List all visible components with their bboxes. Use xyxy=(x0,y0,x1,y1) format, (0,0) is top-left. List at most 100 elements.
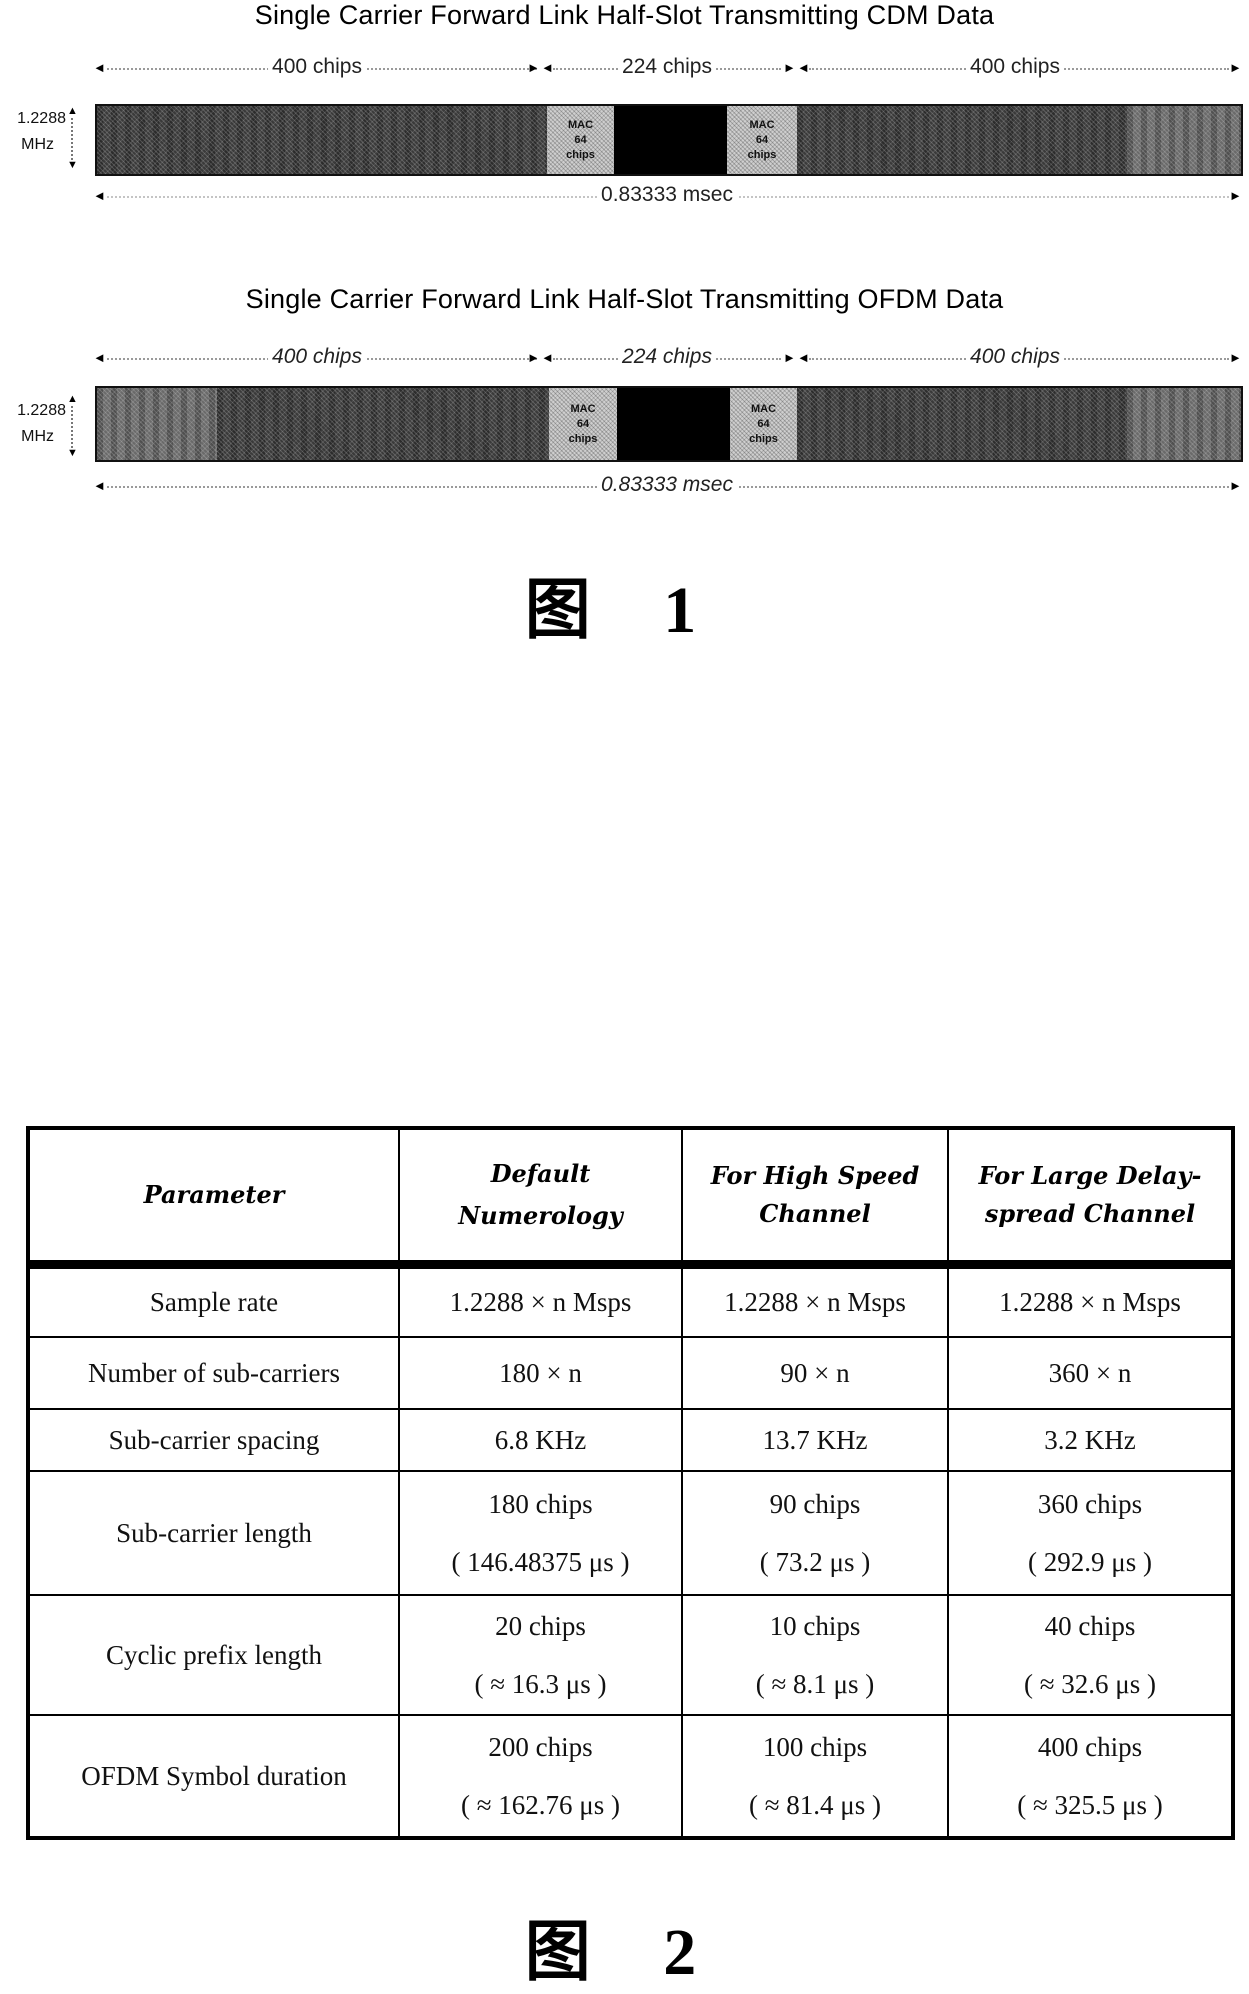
param-name: Sample rate xyxy=(27,1263,400,1338)
arrow-left-icon: ◄ xyxy=(93,188,106,203)
mac-label: MAC xyxy=(567,118,594,131)
arrow-left-icon: ◄ xyxy=(93,478,106,493)
bandwidth-value: 1.2288 xyxy=(17,110,66,127)
default-value: 180 × n xyxy=(398,1335,683,1411)
mac-chips-value: 64 xyxy=(757,417,770,430)
diagram-title-cdm: Single Carrier Forward Link Half-Slot Tr… xyxy=(254,0,995,30)
arrow-up-icon: ▲ xyxy=(67,393,78,405)
mac-block: MAC 64 chips xyxy=(730,388,797,460)
arrow-up-icon: ▲ xyxy=(67,105,78,117)
arrow-down-icon: ▼ xyxy=(67,159,78,171)
chips-value: 100 chips xyxy=(762,1732,868,1763)
mac-chips-unit: chips xyxy=(568,432,598,445)
header-text: Parameter xyxy=(143,1180,285,1209)
param-name: Sub-carrier spacing xyxy=(27,1408,400,1473)
mac-chips-value: 64 xyxy=(574,133,587,146)
arrow-left-icon: ◄ xyxy=(797,60,810,75)
high-speed-value: 90 chips ( 73.2 μs ) xyxy=(681,1470,949,1596)
cdm-data-block-left xyxy=(97,106,547,174)
ofdm-data-block-left-start xyxy=(97,388,217,460)
cdm-data-block-right-end xyxy=(1127,106,1241,174)
ofdm-data-block-right-end xyxy=(1127,388,1241,460)
figure-2-caption: 图 2 xyxy=(524,1916,725,1989)
mac-pilot-chips-label: 224 chips xyxy=(618,55,716,79)
arrow-right-icon: ► xyxy=(1229,60,1242,75)
mac-block: MAC 64 chips xyxy=(727,106,797,174)
header-text: For High Speed xyxy=(710,1161,920,1190)
time-value: ( 292.9 μs ) xyxy=(1028,1547,1152,1578)
chip-dimension-row-cdm: ◄ 400 chips ► ◄ 224 chips ► ◄ 400 chips … xyxy=(93,55,1243,79)
chips-value: 10 chips xyxy=(769,1611,861,1642)
bandwidth-unit: MHz xyxy=(21,136,54,153)
arrow-right-icon: ► xyxy=(783,60,796,75)
bandwidth-dimension-line xyxy=(71,406,75,448)
chips-value: 20 chips xyxy=(495,1611,586,1642)
table-row: Sub-carrier spacing 6.8 KHz 13.7 KHz 3.2… xyxy=(27,1408,1234,1473)
duration-dimension-row-ofdm: ◄ 0.83333 msec ► xyxy=(93,473,1243,497)
mac-label: MAC xyxy=(750,402,777,415)
diagram-title-ofdm: Single Carrier Forward Link Half-Slot Tr… xyxy=(245,284,1004,314)
chips-value: 90 chips xyxy=(769,1489,861,1520)
duration-dimension-row-cdm: ◄ 0.83333 msec ► xyxy=(93,183,1243,207)
param-name: Cyclic prefix length xyxy=(27,1593,400,1717)
chips-value: 360 chips xyxy=(1037,1489,1143,1520)
arrow-right-icon: ► xyxy=(527,60,540,75)
high-speed-value: 13.7 KHz xyxy=(681,1408,949,1473)
time-value: ( ≈ 32.6 μs ) xyxy=(1023,1669,1157,1700)
time-value: ( ≈ 325.5 μs ) xyxy=(1017,1790,1163,1821)
arrow-right-icon: ► xyxy=(783,350,796,365)
chips-value: 200 chips xyxy=(488,1732,593,1763)
default-value: 180 chips ( 146.48375 μs ) xyxy=(398,1470,683,1596)
chips-value: 40 chips xyxy=(1044,1611,1136,1642)
arrow-down-icon: ▼ xyxy=(67,447,78,459)
bandwidth-value: 1.2288 xyxy=(17,402,66,419)
header-high-speed-channel: For High Speed Channel xyxy=(681,1127,949,1269)
mac-chips-value: 64 xyxy=(755,133,769,146)
table-row: Sample rate 1.2288 × n Msps 1.2288 × n M… xyxy=(27,1263,1234,1338)
chips-value: 180 chips xyxy=(488,1489,593,1520)
large-delay-value: 360 chips ( 292.9 μs ) xyxy=(947,1470,1234,1596)
high-speed-value: 90 × n xyxy=(681,1335,949,1411)
data-chips-label-left: 400 chips xyxy=(268,345,366,369)
header-text: Numerology xyxy=(458,1201,623,1230)
ofdm-data-block-right xyxy=(797,388,1127,460)
pilot-block xyxy=(617,388,730,460)
half-slot-bar-cdm: MAC 64 chips MAC 64 chips xyxy=(95,104,1243,176)
arrow-left-icon: ◄ xyxy=(93,60,106,75)
table-row: Cyclic prefix length 20 chips ( ≈ 16.3 μ… xyxy=(27,1593,1234,1717)
mac-chips-unit: chips xyxy=(747,148,777,161)
default-value: 1.2288 × n Msps xyxy=(398,1263,683,1338)
arrow-right-icon: ► xyxy=(527,350,540,365)
data-chips-label-right: 400 chips xyxy=(966,55,1064,79)
param-name: Sub-carrier length xyxy=(27,1470,400,1596)
arrow-left-icon: ◄ xyxy=(797,350,810,365)
param-name: Number of sub-carriers xyxy=(27,1335,400,1411)
mac-block: MAC 64 chips xyxy=(549,388,617,460)
header-default-numerology: Default Numerology xyxy=(398,1127,683,1269)
chip-dimension-row-ofdm: ◄ 400 chips ► ◄ 224 chips ► ◄ 400 chips … xyxy=(93,345,1243,369)
arrow-left-icon: ◄ xyxy=(541,350,554,365)
mac-block: MAC 64 chips xyxy=(547,106,614,174)
header-large-delay-spread-channel: For Large Delay- spread Channel xyxy=(947,1127,1234,1269)
header-text: For Large Delay- xyxy=(978,1161,1202,1190)
arrow-right-icon: ► xyxy=(1229,478,1242,493)
table-row: Number of sub-carriers 180 × n 90 × n 36… xyxy=(27,1335,1234,1411)
data-chips-label-left: 400 chips xyxy=(268,55,366,79)
large-delay-value: 1.2288 × n Msps xyxy=(947,1263,1234,1338)
default-value: 20 chips ( ≈ 16.3 μs ) xyxy=(398,1593,683,1717)
time-value: ( 146.48375 μs ) xyxy=(451,1547,630,1578)
ofdm-data-block-left xyxy=(217,388,549,460)
chips-value: 400 chips xyxy=(1037,1732,1143,1763)
arrow-right-icon: ► xyxy=(1229,188,1242,203)
bandwidth-dimension-line xyxy=(71,118,75,160)
duration-label: 0.83333 msec xyxy=(597,183,737,207)
arrow-left-icon: ◄ xyxy=(541,60,554,75)
header-text: Channel xyxy=(759,1199,871,1228)
bandwidth-label-cdm: 1.2288 MHz xyxy=(0,106,66,158)
mac-label: MAC xyxy=(570,402,596,415)
mac-chips-unit: chips xyxy=(749,432,778,445)
mac-chips-unit: chips xyxy=(566,148,595,161)
high-speed-value: 1.2288 × n Msps xyxy=(681,1263,949,1338)
table-row: Sub-carrier length 180 chips ( 146.48375… xyxy=(27,1470,1234,1596)
header-parameter: Parameter xyxy=(27,1127,400,1269)
